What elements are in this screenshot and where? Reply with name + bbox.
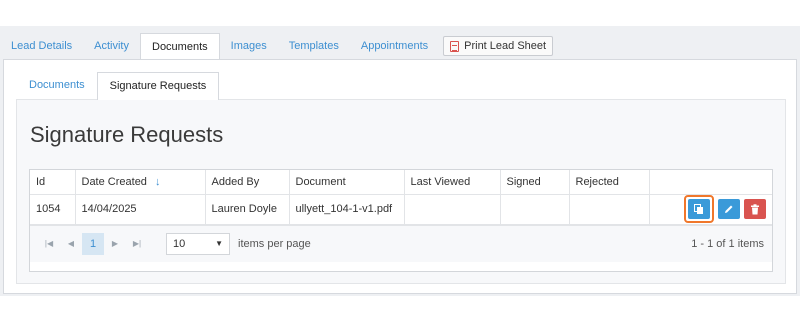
column-header-id[interactable]: Id xyxy=(30,170,76,195)
tab-activity[interactable]: Activity xyxy=(83,33,140,59)
next-page-button[interactable]: ▶ xyxy=(104,233,126,255)
cell-rejected xyxy=(569,194,650,225)
prev-page-icon: ◀ xyxy=(67,239,75,248)
cell-last-viewed xyxy=(404,194,501,225)
page-number-button[interactable]: 1 xyxy=(82,232,104,255)
document-subtabs: Documents Signature Requests xyxy=(17,72,220,100)
column-header-date-created-label: Date Created xyxy=(81,175,147,188)
first-page-button[interactable]: |◀ xyxy=(38,233,60,255)
page-title: Signature Requests xyxy=(30,122,224,147)
tab-images[interactable]: Images xyxy=(220,33,278,59)
column-header-rejected[interactable]: Rejected xyxy=(569,170,650,195)
column-header-added-by[interactable]: Added By xyxy=(205,170,290,195)
delete-button[interactable] xyxy=(744,199,766,219)
prev-page-button[interactable]: ◀ xyxy=(60,233,82,255)
cell-signed xyxy=(500,194,570,225)
cell-date-created: 14/04/2025 xyxy=(75,194,206,225)
column-header-date-created[interactable]: Date Created ↓ xyxy=(75,170,206,195)
table-header-row: Id Date Created ↓ Added By Document Last … xyxy=(30,170,772,195)
next-page-icon: ▶ xyxy=(111,239,119,248)
top-spacer xyxy=(0,0,800,26)
subtab-signature-requests[interactable]: Signature Requests xyxy=(96,72,220,100)
first-page-icon: |◀ xyxy=(44,239,54,248)
documents-content: Documents Signature Requests Signature R… xyxy=(3,59,797,294)
print-lead-sheet-label: Print Lead Sheet xyxy=(464,40,547,52)
cell-document: ullyett_104-1-v1.pdf xyxy=(289,194,405,225)
tab-lead-details[interactable]: Lead Details xyxy=(0,33,83,59)
signature-requests-grid: Id Date Created ↓ Added By Document Last … xyxy=(29,169,773,272)
signature-requests-panel: Signature Requests Id Date Created ↓ Adde… xyxy=(16,99,786,284)
copy-button-highlight xyxy=(684,195,714,223)
column-header-actions xyxy=(649,170,772,195)
tab-templates[interactable]: Templates xyxy=(278,33,350,59)
main-tabs: Lead Details Activity Documents Images T… xyxy=(0,33,554,60)
cell-actions xyxy=(649,194,772,225)
copy-button[interactable] xyxy=(688,199,710,219)
pdf-icon xyxy=(450,40,460,52)
items-per-page-label: items per page xyxy=(238,237,311,250)
trash-icon xyxy=(751,203,759,214)
last-page-button[interactable]: ▶| xyxy=(126,233,148,255)
page-size-select[interactable]: 10 ▼ xyxy=(166,232,230,255)
print-lead-sheet-button[interactable]: Print Lead Sheet xyxy=(443,36,554,56)
sort-descending-icon: ↓ xyxy=(154,175,161,188)
tab-documents[interactable]: Documents xyxy=(140,33,220,60)
pager-range-info: 1 - 1 of 1 items xyxy=(691,237,764,250)
subtab-documents[interactable]: Documents xyxy=(17,72,97,99)
signature-requests-table: Id Date Created ↓ Added By Document Last … xyxy=(30,170,772,225)
row-actions xyxy=(656,195,766,223)
cell-added-by: Lauren Doyle xyxy=(205,194,290,225)
column-header-last-viewed[interactable]: Last Viewed xyxy=(404,170,501,195)
column-header-document[interactable]: Document xyxy=(289,170,405,195)
pencil-icon xyxy=(725,205,733,213)
edit-button[interactable] xyxy=(718,199,740,219)
cell-id: 1054 xyxy=(30,194,76,225)
copy-icon xyxy=(694,203,703,214)
column-header-signed[interactable]: Signed xyxy=(500,170,570,195)
last-page-icon: ▶| xyxy=(132,239,142,248)
pager: |◀ ◀ 1 ▶ ▶| 10 ▼ items per page 1 - 1 of… xyxy=(30,224,772,262)
tab-appointments[interactable]: Appointments xyxy=(350,33,439,59)
page-size-value: 10 xyxy=(173,237,186,250)
chevron-down-icon: ▼ xyxy=(215,239,223,248)
table-row: 1054 14/04/2025 Lauren Doyle ullyett_104… xyxy=(30,194,772,225)
